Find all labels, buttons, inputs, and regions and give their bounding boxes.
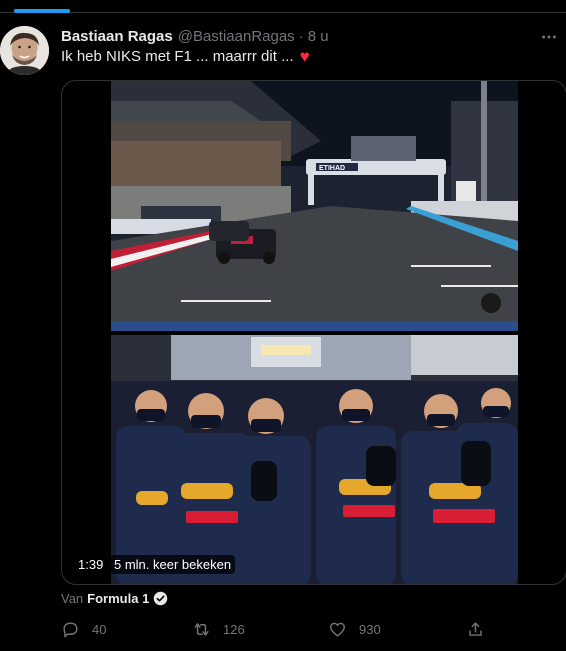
progress-track	[0, 12, 566, 13]
reply-button[interactable]: 40	[61, 618, 106, 640]
tweet-header: Bastiaan Ragas @BastiaanRagas · 8 u	[61, 26, 329, 46]
more-button[interactable]	[538, 26, 560, 48]
video-thumbnail: ETIHAD	[111, 81, 518, 584]
video-media[interactable]: ETIHAD 1:39 5 mln. keer bekeken	[61, 80, 566, 585]
tweet-timestamp[interactable]: 8 u	[308, 28, 329, 45]
tweet-actions: 40 126 930	[61, 618, 491, 640]
verified-badge-icon	[154, 591, 168, 606]
frame-signage: ETIHAD	[319, 165, 345, 172]
avatar-image	[0, 26, 49, 75]
share-icon	[469, 621, 482, 636]
source-label: Van	[61, 591, 84, 606]
tweet-text-content: Ik heb NIKS met F1 ... maarrr dit ...	[61, 48, 294, 65]
retweet-count: 126	[223, 621, 245, 637]
share-button[interactable]	[466, 618, 485, 640]
video-duration: 1:39	[74, 555, 108, 574]
like-button[interactable]: 930	[328, 618, 381, 640]
retweet-icon	[194, 622, 209, 636]
top-progress-bar	[0, 0, 566, 14]
progress-indicator	[14, 9, 70, 13]
like-count: 930	[359, 621, 381, 637]
source-account-link[interactable]: Formula 1	[87, 591, 149, 606]
author-handle[interactable]: @BastiaanRagas	[178, 28, 295, 45]
video-frame[interactable]: ETIHAD	[111, 81, 518, 584]
red-heart-emoji-icon: ♥	[299, 47, 310, 66]
author-name[interactable]: Bastiaan Ragas	[61, 28, 173, 45]
like-heart-icon	[330, 622, 345, 637]
avatar[interactable]	[0, 26, 49, 75]
video-view-count: 5 mln. keer bekeken	[110, 555, 236, 574]
more-icon	[542, 35, 556, 39]
reply-count: 40	[92, 621, 107, 637]
retweet-button[interactable]: 126	[192, 618, 245, 640]
reply-icon	[63, 621, 78, 637]
header-separator: ·	[298, 27, 304, 45]
media-source: Van Formula 1	[61, 591, 168, 606]
tweet-text: Ik heb NIKS met F1 ... maarrr dit ... ♥	[61, 48, 310, 65]
